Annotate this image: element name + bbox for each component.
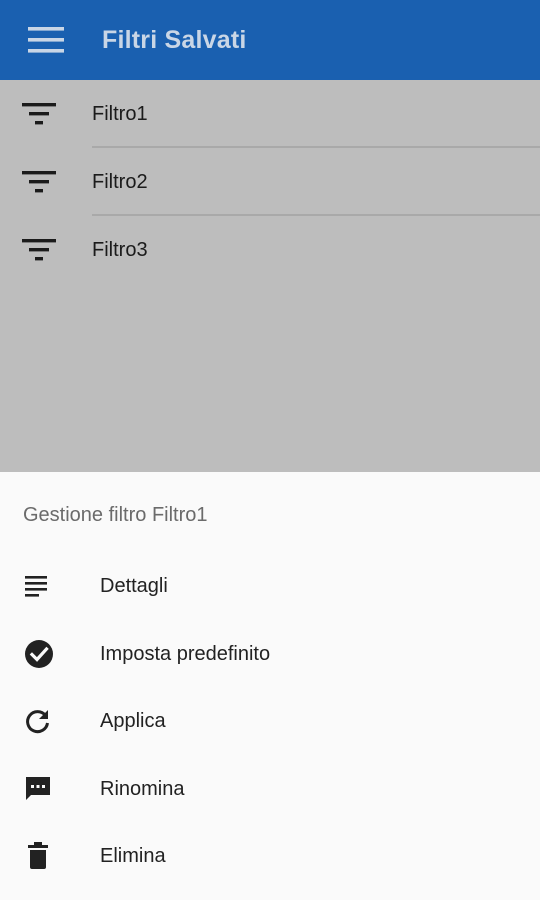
check-circle-icon <box>0 639 100 669</box>
menu-item-imposta-predefinito[interactable]: Imposta predefinito <box>0 624 540 684</box>
list-item-label: Filtro3 <box>92 238 148 261</box>
list-item-label: Filtro1 <box>92 102 148 125</box>
filter-list-icon <box>0 169 92 195</box>
menu-item-elimina[interactable]: Elimina <box>0 826 540 886</box>
menu-item-label: Rinomina <box>100 777 185 800</box>
comment-icon <box>0 775 100 803</box>
list-item-filtro1[interactable]: Filtro1 <box>0 80 540 148</box>
trash-icon <box>0 841 100 871</box>
app-bar: Filtri Salvati <box>0 0 540 80</box>
menu-item-label: Applica <box>100 709 166 732</box>
filter-list-icon <box>0 101 92 127</box>
menu-button[interactable] <box>0 0 90 80</box>
menu-item-label: Imposta predefinito <box>100 642 271 665</box>
filter-list-icon <box>0 237 92 263</box>
subject-icon <box>0 574 100 598</box>
page-title: Filtri Salvati <box>102 25 247 54</box>
filter-list: Filtro1 Filtro2 Filtro3 <box>0 80 540 472</box>
menu-item-label: Dettagli <box>100 574 168 597</box>
refresh-icon <box>0 707 100 735</box>
bottom-sheet: Gestione filtro Filtro1 Dettagli Imposta… <box>0 472 540 900</box>
sheet-title: Gestione filtro Filtro1 <box>23 504 208 526</box>
menu-icon <box>28 27 64 53</box>
menu-item-applica[interactable]: Applica <box>0 691 540 751</box>
list-item-filtro3[interactable]: Filtro3 <box>0 216 540 284</box>
list-item-label: Filtro2 <box>92 170 148 193</box>
menu-item-dettagli[interactable]: Dettagli <box>0 556 540 616</box>
list-item-filtro2[interactable]: Filtro2 <box>0 148 540 216</box>
menu-item-rinomina[interactable]: Rinomina <box>0 759 540 819</box>
menu-item-label: Elimina <box>100 844 166 867</box>
